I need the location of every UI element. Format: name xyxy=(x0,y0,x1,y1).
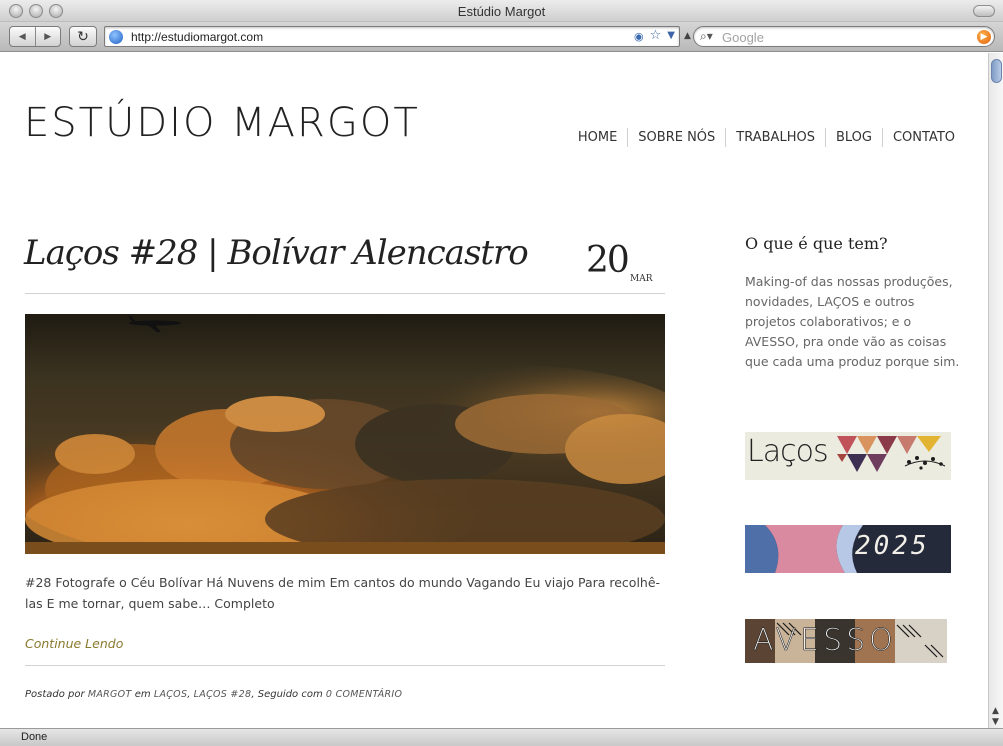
rss-feed-icon[interactable]: ◉ xyxy=(634,30,644,43)
history-dropdown-icon[interactable]: ▼ xyxy=(667,30,675,43)
status-text: Done xyxy=(21,731,48,743)
forward-button[interactable]: ▶ xyxy=(34,27,61,46)
in-label: em xyxy=(134,689,151,700)
post-date-month: MAR xyxy=(630,274,653,284)
lacos-banner[interactable]: Laços xyxy=(745,432,951,480)
sunset-clouds-image xyxy=(25,314,665,554)
scrollbar-thumb[interactable] xyxy=(991,59,1002,83)
nav-home[interactable]: HOME xyxy=(568,128,627,147)
window-titlebar: Estúdio Margot xyxy=(0,0,1003,22)
avesso-banner-label: AVESSO xyxy=(753,623,897,659)
category-link[interactable]: LAÇOS xyxy=(154,689,187,700)
post-meta: Postado por MARGOT em LAÇOS, LAÇOS #28, … xyxy=(25,689,403,700)
post-title[interactable]: Laços #28 | Bolívar Alencastro xyxy=(24,233,529,273)
search-go-icon[interactable]: ▶ xyxy=(977,30,991,44)
history-buttons: ◀ ▶ xyxy=(9,26,61,47)
lacos-banner-label: Laços xyxy=(747,434,829,469)
resize-caret-icon[interactable]: ▲ xyxy=(684,31,691,41)
author-link[interactable]: MARGOT xyxy=(88,689,132,700)
back-arrow-icon: ◀ xyxy=(18,31,26,42)
browser-toolbar: ◀ ▶ ↻ http://estudiomargot.com ◉ ☆ ▼ ▲ ⌕… xyxy=(0,22,1003,52)
category-link[interactable]: LAÇOS #28 xyxy=(194,689,252,700)
year-banner[interactable]: 2025 xyxy=(745,525,951,573)
nav-trabalhos[interactable]: TRABALHOS xyxy=(725,128,825,147)
nav-contato[interactable]: CONTATO xyxy=(881,128,955,147)
divider xyxy=(25,665,665,666)
sidebar-title: O que é que tem? xyxy=(745,234,888,253)
status-bar: Done xyxy=(0,728,1003,746)
avesso-banner[interactable]: AVESSO xyxy=(745,619,947,663)
nav-blog[interactable]: BLOG xyxy=(824,128,882,147)
address-text[interactable]: http://estudiomargot.com xyxy=(131,30,263,44)
continue-reading-link[interactable]: Continue Lendo xyxy=(25,636,123,651)
post-excerpt: #28 Fotografe o Céu Bolívar Há Nuvens de… xyxy=(25,575,661,611)
scroll-down-arrow-icon[interactable]: ▼ xyxy=(992,717,999,727)
followed-label: Seguido com xyxy=(257,689,323,700)
nav-sobre-nos[interactable]: SOBRE NÓS xyxy=(627,128,725,147)
page-viewport: ESTÚDIO MARGOT HOME SOBRE NÓS TRABALHOS … xyxy=(0,53,988,728)
comments-link[interactable]: 0 COMENTÁRIO xyxy=(326,689,402,700)
bookmark-star-icon[interactable]: ☆ xyxy=(650,28,662,43)
post-date-day: 20 xyxy=(586,240,630,281)
address-bar[interactable]: http://estudiomargot.com ◉ ☆ ▼ xyxy=(104,26,680,47)
search-icon[interactable]: ⌕▾ xyxy=(700,29,713,44)
divider xyxy=(25,293,665,294)
back-button[interactable]: ◀ xyxy=(10,27,35,46)
site-logo[interactable]: ESTÚDIO MARGOT xyxy=(24,100,420,146)
year-banner-label: 2025 xyxy=(855,531,930,561)
forward-arrow-icon: ▶ xyxy=(44,31,52,42)
search-bar[interactable]: ⌕▾ Google ▶ xyxy=(693,26,995,47)
posted-by-label: Postado por xyxy=(25,689,85,700)
main-nav: HOME SOBRE NÓS TRABALHOS BLOG CONTATO xyxy=(568,128,955,147)
reload-icon: ↻ xyxy=(77,28,89,45)
post-image[interactable] xyxy=(25,314,665,554)
search-placeholder[interactable]: Google xyxy=(722,30,764,45)
window-title: Estúdio Margot xyxy=(457,4,546,19)
toolbar-toggle-button[interactable] xyxy=(973,5,995,17)
sidebar-description: Making-of das nossas produções, novidade… xyxy=(745,274,960,369)
scroll-up-arrow-icon[interactable]: ▲ xyxy=(992,706,999,716)
reload-button[interactable]: ↻ xyxy=(69,26,97,47)
site-globe-icon xyxy=(109,30,123,44)
address-icons: ◉ ☆ ▼ xyxy=(634,28,675,43)
vertical-scrollbar[interactable]: ▲ ▼ xyxy=(988,53,1003,728)
